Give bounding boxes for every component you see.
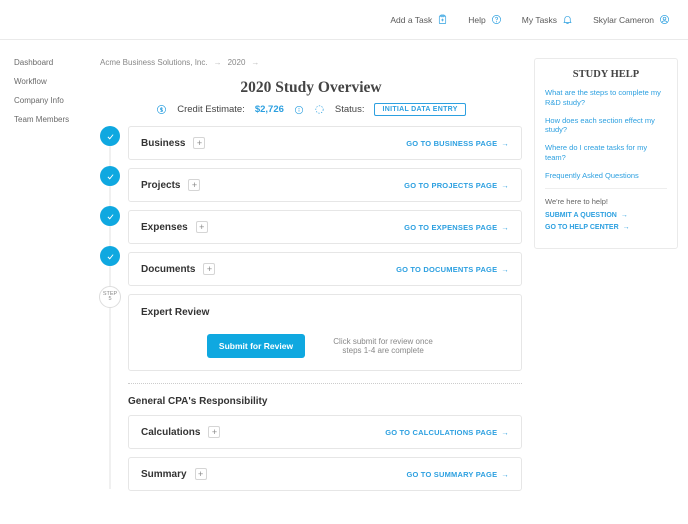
arrow-right-icon: →	[623, 224, 630, 231]
card-title: Projects	[141, 180, 180, 191]
divider	[128, 383, 522, 384]
card-calculations: Calculations + GO TO CALCULATIONS PAGE →	[128, 415, 522, 449]
bell-icon	[562, 14, 573, 25]
step-5-pending: STEP 5	[99, 286, 121, 308]
status-badge: INITIAL DATA ENTRY	[374, 103, 465, 116]
card-summary: Summary + GO TO SUMMARY PAGE →	[128, 457, 522, 491]
goto-label: GO TO SUMMARY PAGE	[406, 470, 497, 479]
card-title: Documents	[141, 264, 195, 275]
expand-button[interactable]: +	[195, 468, 207, 480]
breadcrumb-company[interactable]: Acme Business Solutions, Inc.	[100, 58, 208, 67]
card-documents: Documents + GO TO DOCUMENTS PAGE →	[128, 252, 522, 286]
step-5-number: 5	[108, 297, 111, 303]
action-label: SUBMIT A QUESTION	[545, 212, 617, 219]
arrow-right-icon: →	[501, 181, 509, 190]
goto-business[interactable]: GO TO BUSINESS PAGE →	[406, 139, 509, 148]
dollar-circle-icon	[156, 104, 167, 115]
step-rail: STEP 5	[100, 126, 120, 499]
arrow-right-icon: →	[621, 212, 628, 219]
help-link-1[interactable]: What are the steps to complete my R&D st…	[545, 88, 667, 108]
user-name: Skylar Cameron	[593, 15, 654, 25]
progress-icon	[314, 104, 325, 115]
help-link[interactable]: Help	[468, 14, 501, 25]
help-label: Help	[468, 15, 485, 25]
help-circle-icon	[491, 14, 502, 25]
card-expert-review: Expert Review Submit for Review Click su…	[128, 294, 522, 371]
goto-summary[interactable]: GO TO SUMMARY PAGE →	[406, 470, 509, 479]
expand-button[interactable]: +	[193, 137, 205, 149]
goto-label: GO TO PROJECTS PAGE	[404, 181, 497, 190]
info-circle-icon[interactable]	[294, 105, 304, 115]
credit-value: $2,726	[255, 104, 284, 115]
credit-label: Credit Estimate:	[177, 104, 245, 115]
user-circle-icon	[659, 14, 670, 25]
goto-expenses[interactable]: GO TO EXPENSES PAGE →	[404, 223, 509, 232]
goto-projects[interactable]: GO TO PROJECTS PAGE →	[404, 181, 509, 190]
my-tasks-label: My Tasks	[522, 15, 557, 25]
goto-help-center-link[interactable]: GO TO HELP CENTER →	[545, 224, 667, 231]
help-link-4[interactable]: Frequently Asked Questions	[545, 171, 667, 181]
goto-documents[interactable]: GO TO DOCUMENTS PAGE →	[396, 265, 509, 274]
submit-hint: Click submit for review once steps 1-4 a…	[323, 337, 443, 355]
action-label: GO TO HELP CENTER	[545, 224, 619, 231]
card-title: Business	[141, 138, 185, 149]
help-panel-title: STUDY HELP	[545, 69, 667, 80]
sidebar-item-team-members[interactable]: Team Members	[14, 115, 88, 124]
sidebar-item-dashboard[interactable]: Dashboard	[14, 58, 88, 67]
help-link-3[interactable]: Where do I create tasks for my team?	[545, 143, 667, 163]
sidebar-item-company-info[interactable]: Company Info	[14, 96, 88, 105]
overview-meta: Credit Estimate: $2,726 Status: INITIAL …	[100, 103, 522, 116]
goto-calculations[interactable]: GO TO CALCULATIONS PAGE →	[385, 428, 509, 437]
arrow-right-icon: →	[501, 265, 509, 274]
submit-for-review-button[interactable]: Submit for Review	[207, 334, 305, 358]
expand-button[interactable]: +	[196, 221, 208, 233]
clipboard-plus-icon	[437, 14, 448, 25]
my-tasks-link[interactable]: My Tasks	[522, 14, 573, 25]
card-title: Summary	[141, 469, 187, 480]
card-expenses: Expenses + GO TO EXPENSES PAGE →	[128, 210, 522, 244]
breadcrumb-year[interactable]: 2020	[228, 58, 246, 67]
expand-button[interactable]: +	[203, 263, 215, 275]
goto-label: GO TO DOCUMENTS PAGE	[396, 265, 497, 274]
page-title: 2020 Study Overview	[100, 79, 522, 97]
cpa-section-label: General CPA's Responsibility	[128, 396, 522, 407]
add-task-label: Add a Task	[390, 15, 432, 25]
goto-label: GO TO CALCULATIONS PAGE	[385, 428, 497, 437]
expand-button[interactable]: +	[208, 426, 220, 438]
header: Add a Task Help My Tasks Skylar Cameron	[0, 0, 688, 40]
user-menu[interactable]: Skylar Cameron	[593, 14, 670, 25]
help-subtext: We're here to help!	[545, 197, 667, 206]
arrow-right-icon: →	[501, 470, 509, 479]
goto-label: GO TO BUSINESS PAGE	[406, 139, 497, 148]
step-2-complete-icon	[100, 166, 120, 186]
card-title: Calculations	[141, 427, 200, 438]
help-panel: STUDY HELP What are the steps to complet…	[534, 58, 678, 249]
submit-question-link[interactable]: SUBMIT A QUESTION →	[545, 212, 667, 219]
step-3-complete-icon	[100, 206, 120, 226]
card-projects: Projects + GO TO PROJECTS PAGE →	[128, 168, 522, 202]
status-label: Status:	[335, 104, 365, 115]
sidebar-item-workflow[interactable]: Workflow	[14, 77, 88, 86]
goto-label: GO TO EXPENSES PAGE	[404, 223, 497, 232]
card-business: Business + GO TO BUSINESS PAGE →	[128, 126, 522, 160]
arrow-right-icon: →	[501, 223, 509, 232]
expand-button[interactable]: +	[188, 179, 200, 191]
breadcrumb: Acme Business Solutions, Inc. → 2020 →	[100, 58, 522, 67]
chevron-right-icon: →	[251, 58, 259, 67]
divider	[545, 188, 667, 189]
help-link-2[interactable]: How does each section effect my study?	[545, 116, 667, 136]
sidebar: Dashboard Workflow Company Info Team Mem…	[0, 40, 88, 499]
step-4-complete-icon	[100, 246, 120, 266]
add-task-link[interactable]: Add a Task	[390, 14, 448, 25]
expert-review-title: Expert Review	[141, 307, 509, 318]
chevron-right-icon: →	[214, 58, 222, 67]
arrow-right-icon: →	[501, 428, 509, 437]
step-1-complete-icon	[100, 126, 120, 146]
arrow-right-icon: →	[501, 139, 509, 148]
card-title: Expenses	[141, 222, 188, 233]
